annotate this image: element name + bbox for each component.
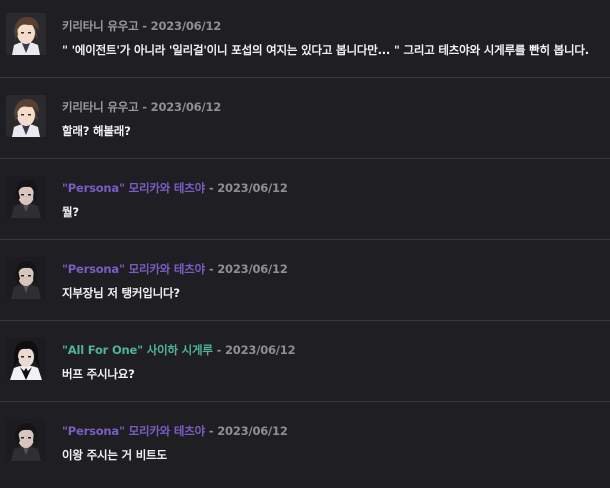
message-author[interactable]: "All For One" 사이하 시게루 — [62, 343, 213, 357]
black-hair-white-collar-avatar-icon[interactable] — [6, 338, 46, 380]
chat-message: "Persona" 모리카와 테츠야 - 2023/06/12 이왕 주시는 거… — [0, 402, 610, 488]
message-author[interactable]: 키리타니 유우고 — [62, 19, 139, 33]
chat-feed: 키리타니 유우고 - 2023/06/12 " '에이전트'가 아니라 '일리걸… — [0, 0, 610, 488]
message-header: 키리타니 유우고 - 2023/06/12 — [62, 18, 221, 34]
chat-message: 키리타니 유우고 - 2023/06/12 할래? 해볼래? — [0, 78, 610, 159]
header-separator: - — [205, 262, 218, 276]
message-author[interactable]: 키리타니 유우고 — [62, 100, 139, 114]
brown-hair-character-avatar-icon[interactable] — [6, 95, 46, 137]
message-header: 키리타니 유우고 - 2023/06/12 — [62, 99, 221, 115]
message-author[interactable]: "Persona" 모리카와 테츠야 — [62, 424, 205, 438]
chat-message: 키리타니 유우고 - 2023/06/12 " '에이전트'가 아니라 '일리걸… — [0, 0, 610, 78]
message-date: 2023/06/12 — [150, 19, 222, 33]
dark-hair-character-avatar-icon[interactable] — [6, 257, 46, 299]
header-separator: - — [205, 424, 218, 438]
message-text: 버프 주시나요? — [62, 367, 135, 381]
message-date: 2023/06/12 — [217, 424, 288, 438]
brown-hair-character-avatar-icon[interactable] — [6, 13, 46, 55]
message-header: "Persona" 모리카와 테츠야 - 2023/06/12 — [62, 180, 288, 196]
message-date: 2023/06/12 — [150, 100, 222, 114]
message-text: 지부장님 저 탱커입니다? — [62, 286, 180, 300]
message-author[interactable]: "Persona" 모리카와 테츠야 — [62, 262, 205, 276]
message-date: 2023/06/12 — [217, 262, 288, 276]
message-text: " '에이전트'가 아니라 '일리걸'이니 포섭의 여지는 있다고 봅니다만..… — [62, 43, 589, 57]
message-text: 이왕 주시는 거 비트도 — [62, 448, 167, 462]
chat-message: "Persona" 모리카와 테츠야 - 2023/06/12 지부장님 저 탱… — [0, 240, 610, 321]
dark-hair-character-avatar-icon[interactable] — [6, 419, 46, 461]
message-header: "All For One" 사이하 시게루 - 2023/06/12 — [62, 342, 296, 358]
header-separator: - — [138, 19, 151, 33]
message-text: 뭘? — [62, 205, 79, 219]
message-header: "Persona" 모리카와 테츠야 - 2023/06/12 — [62, 423, 288, 439]
header-separator: - — [212, 343, 225, 357]
message-author[interactable]: "Persona" 모리카와 테츠야 — [62, 181, 205, 195]
message-header: "Persona" 모리카와 테츠야 - 2023/06/12 — [62, 261, 288, 277]
message-date: 2023/06/12 — [217, 181, 288, 195]
message-text: 할래? 해볼래? — [62, 124, 131, 138]
chat-message: "All For One" 사이하 시게루 - 2023/06/12 버프 주시… — [0, 321, 610, 402]
chat-message: "Persona" 모리카와 테츠야 - 2023/06/12 뭘? — [0, 159, 610, 240]
dark-hair-character-avatar-icon[interactable] — [6, 176, 46, 218]
header-separator: - — [205, 181, 218, 195]
header-separator: - — [138, 100, 151, 114]
message-date: 2023/06/12 — [224, 343, 296, 357]
